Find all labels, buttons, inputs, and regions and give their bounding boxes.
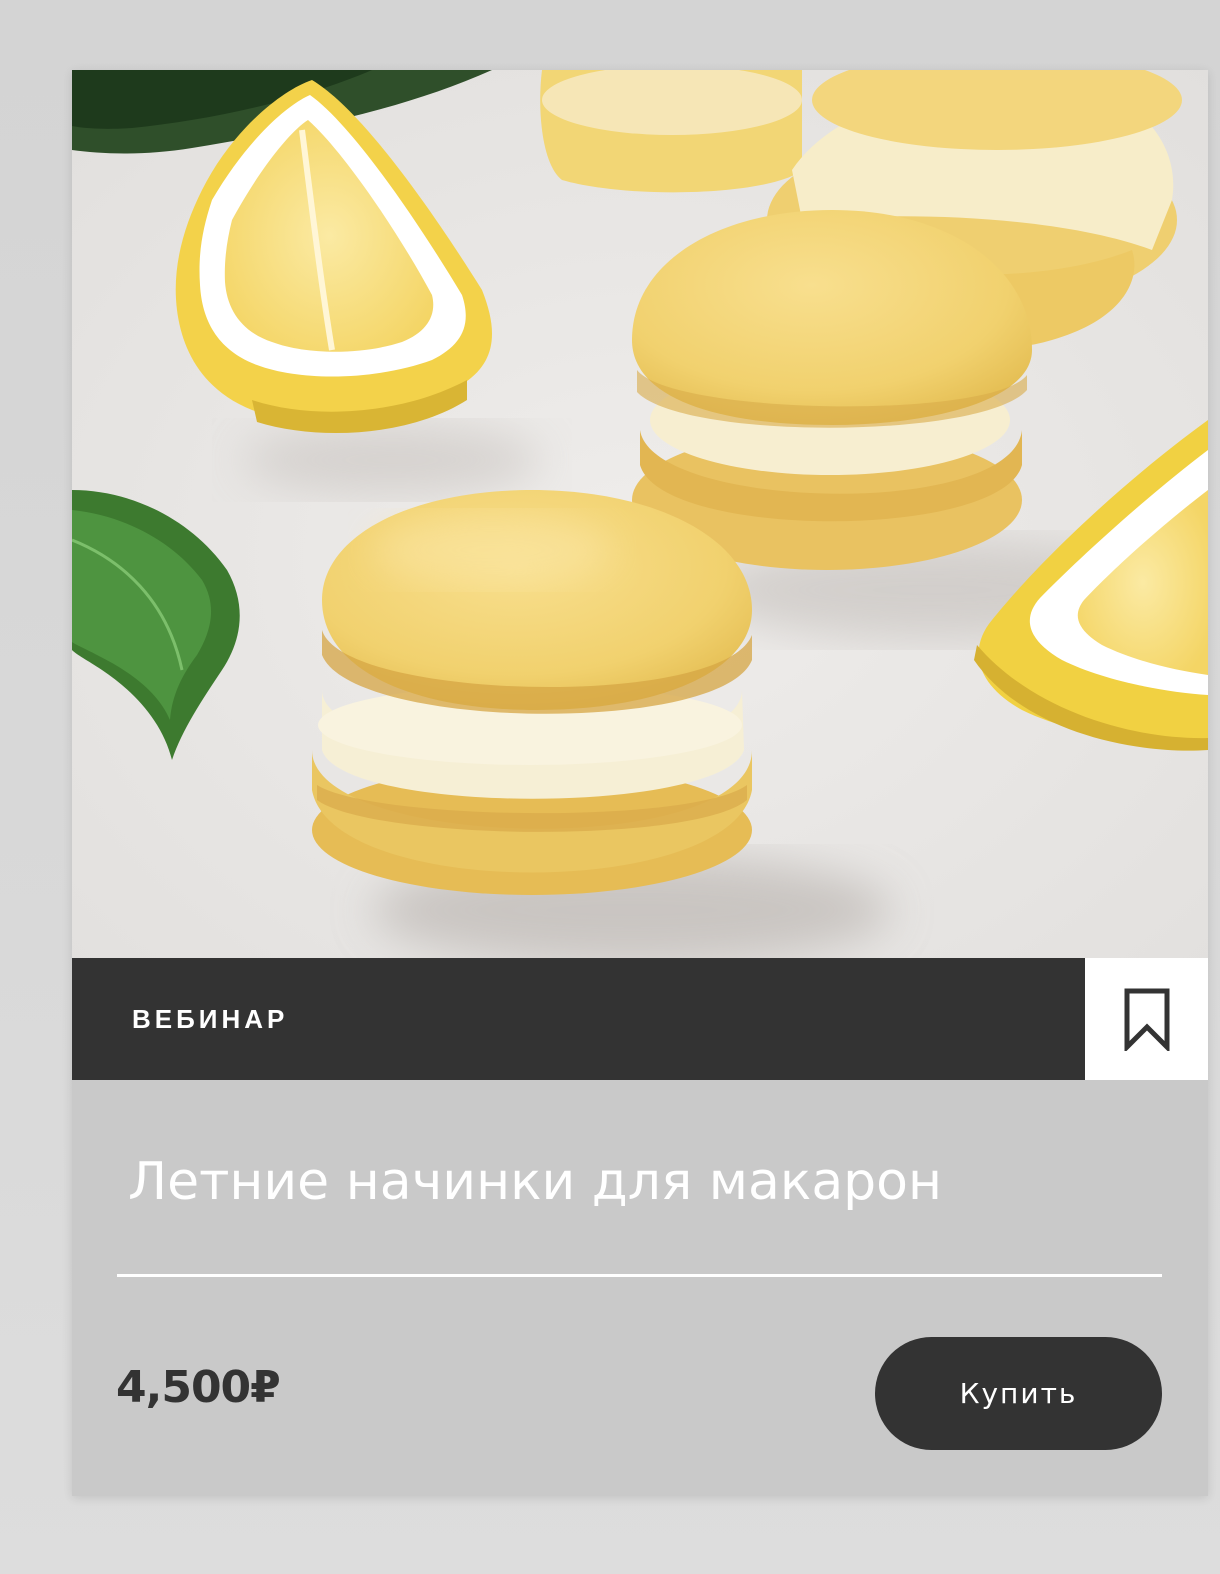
buy-button[interactable]: Купить	[875, 1337, 1162, 1450]
product-price: 4,500₽	[116, 1362, 281, 1413]
product-title[interactable]: Летние начинки для макарон	[128, 1152, 942, 1212]
product-card: ВЕБИНАР Летние начинки для макарон 4,500…	[72, 70, 1208, 1496]
lemon-macarons-photo	[72, 70, 1208, 958]
bookmark-button[interactable]	[1085, 958, 1208, 1080]
product-image[interactable]	[72, 70, 1208, 958]
category-label: ВЕБИНАР	[132, 1003, 289, 1034]
bookmark-icon	[1124, 988, 1169, 1051]
category-bar: ВЕБИНАР	[72, 958, 1085, 1080]
divider	[117, 1274, 1162, 1277]
